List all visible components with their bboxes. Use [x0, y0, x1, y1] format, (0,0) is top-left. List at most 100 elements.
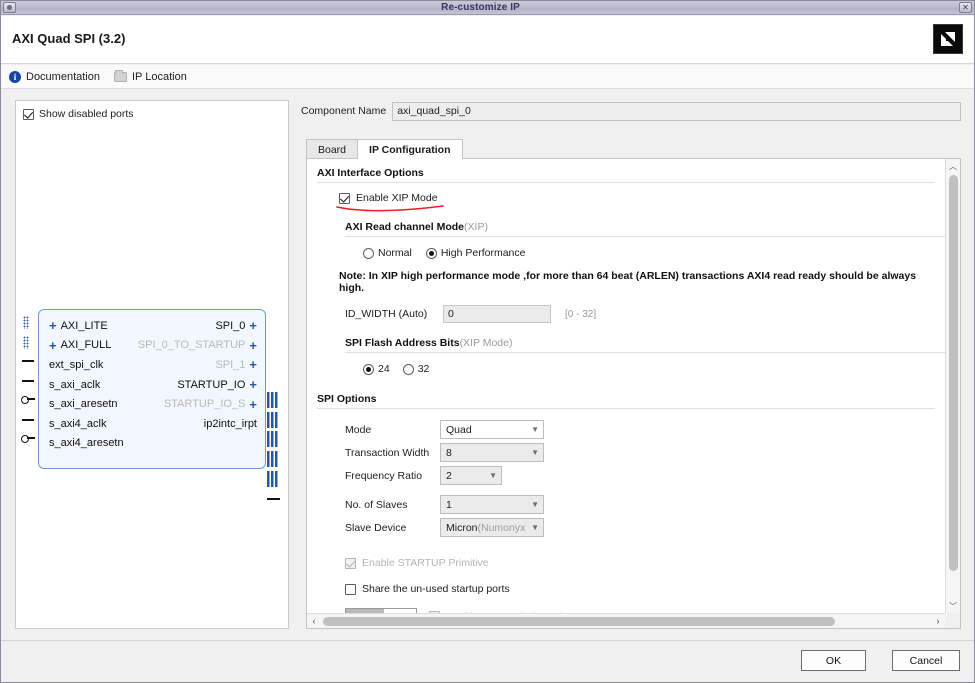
expand-icon[interactable]: +: [249, 378, 257, 391]
enable-xip-mode-checkbox[interactable]: Enable XIP Mode: [339, 192, 935, 204]
spi-options-heading-text: SPI Options: [317, 393, 377, 405]
ip-symbol-block[interactable]: + AXI_LITE + AXI_FULL ext_spi_clk s_axi_…: [38, 309, 266, 469]
port-label: SPI_0: [215, 319, 246, 332]
chevron-down-icon[interactable]: ﹀: [946, 599, 960, 613]
id-width-range-hint: [0 - 32]: [565, 308, 597, 320]
tab-ip-configuration[interactable]: IP Configuration: [357, 139, 463, 159]
bus-connector-startup-io: [267, 451, 278, 467]
expand-icon[interactable]: +: [249, 339, 257, 352]
tab-board[interactable]: Board: [306, 139, 359, 159]
radio-addr-32[interactable]: [402, 363, 414, 375]
horizontal-scrollbar[interactable]: ‹ ›: [307, 613, 945, 628]
port-label: SPI_0_TO_STARTUP: [137, 339, 246, 352]
show-disabled-ports-checkbox[interactable]: Show disabled ports: [23, 108, 134, 120]
axi-read-channel-mode-radio-group: Normal High Performance: [363, 247, 935, 259]
dialog-header: AXI Quad SPI (3.2): [1, 16, 974, 64]
pin-connector-s-axi4-aclk: [22, 419, 34, 421]
ip-location-link[interactable]: IP Location: [114, 69, 187, 83]
divider: [317, 408, 935, 409]
axi-interface-options-heading-text: AXI Interface Options: [317, 167, 424, 179]
port-startup-io[interactable]: STARTUP_IO +: [138, 375, 257, 395]
port-s-axi-aresetn: s_axi_aresetn: [49, 394, 124, 414]
id-width-input[interactable]: [443, 305, 551, 323]
slave-device-value: Micron(Numonyx): [446, 522, 525, 534]
bus-connector-spi-0: [267, 392, 278, 408]
expand-icon[interactable]: +: [249, 319, 257, 332]
axi-read-channel-mode-heading: AXI Read channel Mode(XIP): [345, 221, 935, 233]
ip-location-label: IP Location: [132, 70, 187, 83]
expand-icon[interactable]: +: [49, 319, 57, 332]
slave-device-select[interactable]: Micron(Numonyx) ▼: [440, 518, 544, 537]
mode-value: Quad: [446, 423, 472, 436]
no-of-slaves-select[interactable]: 1 ▼: [440, 495, 544, 514]
expand-icon[interactable]: +: [249, 358, 257, 371]
pin-connector-s-axi4-aresetn: [21, 434, 35, 443]
axi-read-channel-mode-heading-text: AXI Read channel Mode: [345, 221, 465, 233]
vertical-scrollbar[interactable]: ︿ ﹀: [945, 159, 960, 613]
horizontal-scrollbar-thumb[interactable]: [323, 617, 835, 626]
pin-connector-s-axi-aclk: [22, 380, 34, 382]
system-menu-icon[interactable]: [3, 2, 16, 13]
spi-flash-address-bits-heading-sub: (XIP Mode): [459, 337, 513, 349]
pin-connector-axi-full: [23, 336, 29, 349]
port-spi-0-to-startup[interactable]: SPI_0_TO_STARTUP +: [138, 336, 257, 356]
dialog-footer: OK Cancel: [1, 640, 974, 682]
divider: [317, 182, 935, 183]
frequency-ratio-select[interactable]: 2 ▼: [440, 466, 502, 485]
port-startup-io-s[interactable]: STARTUP_IO_S +: [138, 394, 257, 414]
id-width-label: ID_WIDTH (Auto): [345, 308, 428, 320]
expand-icon[interactable]: +: [249, 398, 257, 411]
frequency-ratio-label: Frequency Ratio: [345, 469, 423, 482]
ip-configuration-tab-panel: AXI Interface Options Enable XIP Mode AX…: [306, 158, 961, 629]
expand-icon[interactable]: +: [49, 339, 57, 352]
port-spi-0[interactable]: SPI_0 +: [138, 316, 257, 336]
spi-flash-address-bits-heading: SPI Flash Address Bits(XIP Mode): [345, 337, 935, 349]
bus-connector-spi-0-to-startup: [267, 412, 278, 428]
port-label: s_axi_aresetn: [49, 398, 118, 411]
port-axi-full[interactable]: + AXI_FULL: [49, 336, 124, 356]
spi-options-heading: SPI Options: [317, 393, 935, 405]
share-unused-startup-ports-checkbox-box: [345, 583, 356, 595]
window-title: Re-customize IP: [441, 2, 520, 13]
component-name-input[interactable]: [392, 101, 961, 121]
amd-xilinx-logo-icon: [933, 24, 963, 54]
pin-connector-ip2intc-irpt: [267, 498, 280, 500]
transaction-width-select[interactable]: 8 ▼: [440, 443, 544, 462]
chevron-right-icon[interactable]: ›: [931, 614, 945, 628]
dialog-body: Show disabled ports + AXI_LITE + AXI_FUL…: [1, 90, 974, 641]
enable-xip-mode-label: Enable XIP Mode: [356, 192, 438, 204]
slave-device-label: Slave Device: [345, 521, 407, 534]
share-unused-startup-ports-checkbox[interactable]: Share the un-used startup ports: [345, 583, 935, 595]
share-unused-startup-ports-label: Share the un-used startup ports: [362, 583, 510, 595]
documentation-link[interactable]: i Documentation: [9, 70, 100, 83]
scrollbar-corner: [945, 613, 960, 628]
chevron-left-icon[interactable]: ‹: [307, 614, 321, 628]
configuration-scroll-area: AXI Interface Options Enable XIP Mode AX…: [307, 159, 945, 613]
spi-flash-address-bits-heading-text: SPI Flash Address Bits: [345, 337, 460, 349]
port-axi-lite[interactable]: + AXI_LITE: [49, 316, 124, 336]
radio-addr-24[interactable]: [363, 363, 374, 375]
xip-performance-note: Note: In XIP high performance mode ,for …: [339, 270, 917, 294]
enable-startup-primitive-checkbox: Enable STARTUP Primitive: [345, 557, 935, 569]
vertical-scrollbar-thumb[interactable]: [949, 175, 958, 571]
radio-normal-label: Normal: [378, 247, 412, 259]
folder-icon: [114, 69, 127, 82]
mode-select[interactable]: Quad ▼: [440, 420, 544, 439]
port-spi-1[interactable]: SPI_1 +: [138, 355, 257, 375]
mode-field-row: Mode Quad ▼: [345, 418, 935, 441]
close-icon[interactable]: ✕: [959, 2, 972, 13]
tab-bar: Board IP Configuration: [306, 138, 463, 159]
cancel-button[interactable]: Cancel: [892, 650, 960, 671]
show-disabled-ports-checkbox-box: [23, 108, 34, 120]
frequency-ratio-field-row: Frequency Ratio 2 ▼: [345, 464, 935, 487]
radio-high-performance[interactable]: [425, 247, 437, 259]
radio-normal[interactable]: [363, 247, 374, 259]
chevron-up-icon[interactable]: ︿: [946, 159, 960, 173]
no-of-slaves-label: No. of Slaves: [345, 498, 408, 511]
chevron-down-icon: ▼: [531, 523, 539, 532]
component-name-label: Component Name: [301, 105, 387, 117]
ok-button[interactable]: OK: [801, 650, 866, 671]
slave-device-value-main: Micron: [446, 521, 478, 534]
ip-right-port-list: SPI_0 + SPI_0_TO_STARTUP + SPI_1 + START…: [138, 316, 257, 434]
window-titlebar: Re-customize IP ✕: [1, 1, 974, 15]
